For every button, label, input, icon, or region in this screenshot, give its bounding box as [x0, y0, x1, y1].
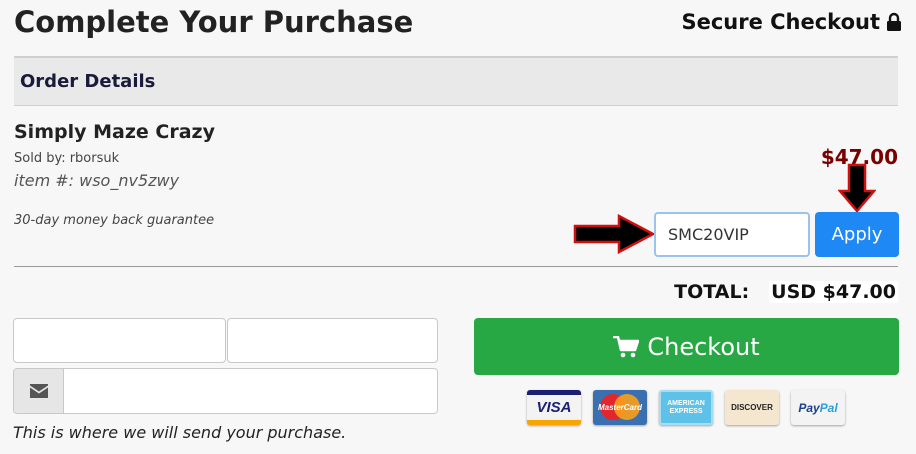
coupon-code-input[interactable]: [654, 212, 810, 257]
product-name: Simply Maze Crazy: [14, 121, 215, 143]
visa-card-icon: VISA: [527, 390, 581, 425]
item-number: item #: wso_nv5zwy: [14, 171, 180, 190]
seller-name: Sold by: rborsuk: [14, 151, 120, 166]
last-name-field[interactable]: [227, 318, 438, 363]
mastercard-icon: MasterCard: [593, 390, 647, 425]
amex-card-icon: AMERICAN EXPRESS: [659, 390, 713, 425]
discover-card-icon: DISCOVER: [725, 390, 779, 425]
checkout-label: Checkout: [647, 332, 760, 361]
email-field[interactable]: [64, 369, 437, 413]
guarantee-text: 30-day money back guarantee: [14, 213, 215, 228]
lock-icon: [887, 12, 901, 31]
email-field-group: [13, 368, 438, 414]
secure-checkout: Secure Checkout: [681, 7, 902, 37]
first-name-field[interactable]: [13, 318, 226, 363]
envelope-icon: [29, 384, 48, 398]
order-details-header: Order Details: [14, 56, 898, 106]
paypal-icon: Pay Pal: [791, 390, 845, 425]
checkout-button[interactable]: Checkout: [474, 318, 899, 375]
page-title: Complete Your Purchase: [14, 5, 414, 39]
order-details-title: Order Details: [20, 71, 156, 92]
payment-methods: VISA MasterCard AMERICAN EXPRESS DISCOVE…: [527, 390, 845, 425]
secure-checkout-label: Secure Checkout: [681, 10, 880, 34]
apply-coupon-button[interactable]: Apply: [815, 212, 899, 257]
email-note: This is where we will send your purchase…: [13, 423, 347, 442]
total-label: TOTAL:: [674, 281, 750, 303]
email-addon: [14, 369, 64, 413]
annotation-arrow-down-icon: [838, 163, 876, 213]
annotation-arrow-right-icon: [573, 214, 655, 254]
shopping-cart-icon: [613, 335, 640, 357]
divider: [14, 266, 898, 267]
total-value: USD $47.00: [769, 281, 898, 303]
order-total: TOTAL: USD $47.00: [674, 281, 898, 303]
